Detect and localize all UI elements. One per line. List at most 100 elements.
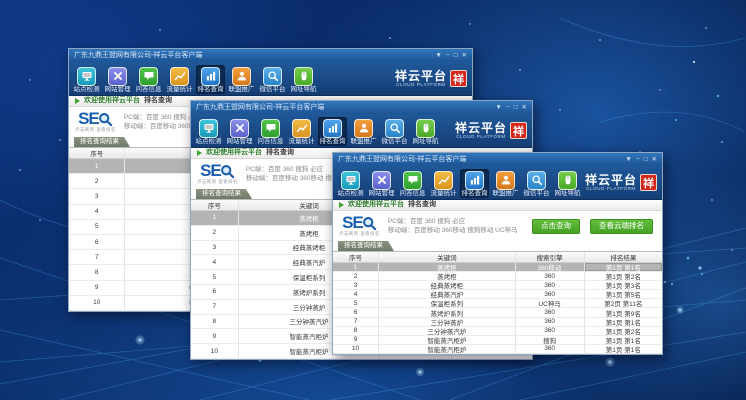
table-row[interactable]: 5保温柜系列UC神马第2页 第11名 bbox=[333, 299, 662, 308]
skin-button[interactable]: ▼ bbox=[435, 51, 441, 60]
window-titlebar[interactable]: 广东九鼎王盟网有限公司-祥云平台客户端 ▼ − □ ✕ bbox=[191, 101, 532, 114]
window-controls: ▼ − □ ✕ bbox=[435, 51, 467, 60]
cell-engine: 360 bbox=[516, 281, 585, 289]
table-row[interactable]: 1蒸烤柜360移动第1页 第1名 bbox=[333, 263, 662, 272]
toolbar-item-2[interactable]: 网站管理 bbox=[103, 65, 132, 94]
brand-subtitle: CLOUD PLATFORM bbox=[396, 82, 446, 87]
toolbar-item-2[interactable]: 网站管理 bbox=[225, 117, 254, 146]
cell-rank: 第1页 第2名 bbox=[585, 327, 662, 335]
table-row[interactable]: 2蒸烤柜360第1页 第2名 bbox=[333, 272, 662, 281]
table-row[interactable]: 4经典蒸汽炉360第1页 第5名 bbox=[333, 290, 662, 299]
query-button[interactable]: 点击查询 bbox=[532, 219, 580, 234]
tab-ranking-results[interactable]: 排名查询结果 bbox=[196, 189, 252, 199]
table-row[interactable]: 3经典蒸烤柜360第1页 第3名 bbox=[333, 281, 662, 290]
tools-icon bbox=[230, 119, 249, 138]
toolbar-item-4[interactable]: 流量统计 bbox=[165, 65, 194, 94]
cell-no: 8 bbox=[333, 327, 379, 335]
table-row[interactable]: 6蒸烤炉系列360第1页 第9名 bbox=[333, 308, 662, 317]
cell-no: 7 bbox=[191, 300, 239, 314]
toolbar-item-label: 问答信息 bbox=[136, 87, 162, 93]
maximize-button[interactable]: □ bbox=[514, 103, 518, 112]
brand-seal-icon: 祥 bbox=[510, 122, 527, 139]
cell-no: 9 bbox=[333, 336, 379, 344]
cell-engine: 360 bbox=[516, 345, 585, 353]
table-row[interactable]: 8三分钟蒸汽炉360第1页 第2名 bbox=[333, 327, 662, 336]
cell-rank: 第1页 第3名 bbox=[585, 281, 662, 289]
brand-logo: 祥云平台 CLOUD PLATFORM 祥 bbox=[395, 70, 469, 87]
brand-name: 祥云平台 bbox=[455, 122, 507, 134]
view-cloud-rank-button[interactable]: 查看云端排名 bbox=[590, 219, 653, 234]
magnifier-icon bbox=[98, 112, 113, 127]
toolbar-item-3[interactable]: 问答信息 bbox=[256, 117, 285, 146]
toolbar-item-2[interactable]: 网站管理 bbox=[367, 169, 396, 198]
toolbar-item-8[interactable]: 网址导航 bbox=[553, 169, 582, 198]
cell-engine: 360移动 bbox=[516, 263, 585, 271]
toolbar-item-6[interactable]: 联盟推广 bbox=[491, 169, 520, 198]
cell-engine: 360 bbox=[516, 308, 585, 316]
table-body: 1蒸烤柜360移动第1页 第1名2蒸烤柜360第1页 第2名3经典蒸烤柜360第… bbox=[333, 263, 662, 354]
toolbar-item-label: 站点检测 bbox=[338, 191, 364, 197]
cell-keyword: 蒸烤炉系列 bbox=[379, 308, 516, 316]
toolbar-item-5[interactable]: 排名查询 bbox=[460, 169, 489, 198]
tab-ranking-results[interactable]: 排名查询结果 bbox=[74, 137, 130, 147]
cell-no: 8 bbox=[191, 315, 239, 329]
toolbar-item-label: 网址导航 bbox=[413, 139, 439, 145]
pc-engines-line: PC端：百度 360 搜狗 必应 bbox=[388, 218, 518, 226]
cell-keyword: 智能蒸汽柜炉 bbox=[379, 345, 516, 353]
window-titlebar[interactable]: 广东九鼎王盟网有限公司-祥云平台客户端 ▼ − □ ✕ bbox=[333, 153, 662, 166]
toolbar-item-8[interactable]: 网址导航 bbox=[289, 65, 318, 94]
brand-subtitle: CLOUD PLATFORM bbox=[456, 134, 506, 139]
table-row[interactable]: 9智能蒸汽柜炉搜狗第1页 第1名 bbox=[333, 336, 662, 345]
users-icon bbox=[354, 119, 373, 138]
maximize-button[interactable]: □ bbox=[644, 155, 648, 164]
minimize-button[interactable]: − bbox=[446, 51, 450, 60]
seo-logo: SE 点击刷新 查看排名 bbox=[75, 111, 116, 133]
cell-keyword: 蒸烤柜 bbox=[379, 272, 516, 280]
seo-section: SE 点击刷新 查看排名 PC端：百度 360 搜狗 必应 移动端：百度移动 3… bbox=[333, 211, 662, 241]
toolbar-item-8[interactable]: 网址导航 bbox=[411, 117, 440, 146]
close-button[interactable]: ✕ bbox=[652, 155, 657, 164]
toolbar-item-1[interactable]: 站点检测 bbox=[336, 169, 365, 198]
toolbar-item-3[interactable]: 问答信息 bbox=[398, 169, 427, 198]
table-row[interactable]: 7三分钟蒸炉360第1页 第1名 bbox=[333, 318, 662, 327]
toolbar-item-6[interactable]: 联盟推广 bbox=[349, 117, 378, 146]
toolbar-item-7[interactable]: 微信平台 bbox=[380, 117, 409, 146]
cell-rank: 第1页 第1名 bbox=[585, 336, 662, 344]
monitor-icon bbox=[77, 67, 96, 86]
toolbar-item-3[interactable]: 问答信息 bbox=[134, 65, 163, 94]
table-row[interactable]: 10智能蒸汽柜炉360第1页 第1名 bbox=[333, 345, 662, 354]
toolbar-item-5[interactable]: 排名查询 bbox=[196, 65, 225, 94]
toolbar-item-1[interactable]: 站点检测 bbox=[72, 65, 101, 94]
seo-logo-caption: 点击刷新 查看排名 bbox=[75, 128, 116, 133]
cell-rank: 第1页 第9名 bbox=[585, 308, 662, 316]
skin-button[interactable]: ▼ bbox=[625, 155, 631, 164]
skin-button[interactable]: ▼ bbox=[495, 103, 501, 112]
toolbar-item-4[interactable]: 流量统计 bbox=[287, 117, 316, 146]
window-title: 广东九鼎王盟网有限公司-祥云平台客户端 bbox=[338, 153, 625, 166]
close-button[interactable]: ✕ bbox=[462, 51, 467, 60]
maximize-button[interactable]: □ bbox=[454, 51, 458, 60]
toolbar-item-label: 微信平台 bbox=[260, 87, 286, 93]
toolbar-item-1[interactable]: 站点检测 bbox=[194, 117, 223, 146]
toolbar-item-5[interactable]: 排名查询 bbox=[318, 117, 347, 146]
window-titlebar[interactable]: 广东九鼎王盟网有限公司-祥云平台客户端 ▼ − □ ✕ bbox=[69, 49, 472, 62]
close-button[interactable]: ✕ bbox=[522, 103, 527, 112]
toolbar-item-7[interactable]: 微信平台 bbox=[258, 65, 287, 94]
seo-logo: SE 点击刷新 查看排名 bbox=[197, 163, 238, 185]
toolbar-item-6[interactable]: 联盟推广 bbox=[227, 65, 256, 94]
tab-ranking-results[interactable]: 排名查询结果 bbox=[338, 241, 394, 251]
window-controls: ▼ − □ ✕ bbox=[495, 103, 527, 112]
toolbar-item-label: 问答信息 bbox=[258, 139, 284, 145]
toolbar-item-label: 联盟推广 bbox=[229, 87, 255, 93]
toolbar-item-4[interactable]: 流量统计 bbox=[429, 169, 458, 198]
minimize-button[interactable]: − bbox=[636, 155, 640, 164]
mouse-icon bbox=[294, 67, 313, 86]
toolbar-item-label: 流量统计 bbox=[289, 139, 315, 145]
minimize-button[interactable]: − bbox=[506, 103, 510, 112]
cell-no: 3 bbox=[191, 241, 239, 255]
toolbar-item-label: 排名查询 bbox=[462, 191, 488, 197]
column-header: 搜索引擎 bbox=[516, 252, 585, 262]
main-toolbar: 站点检测网站管理问答信息流量统计排名查询联盟推广微信平台网址导航 祥云平台 CL… bbox=[191, 114, 532, 148]
brand-text: 祥云平台 CLOUD PLATFORM bbox=[455, 122, 507, 139]
toolbar-item-7[interactable]: 微信平台 bbox=[522, 169, 551, 198]
